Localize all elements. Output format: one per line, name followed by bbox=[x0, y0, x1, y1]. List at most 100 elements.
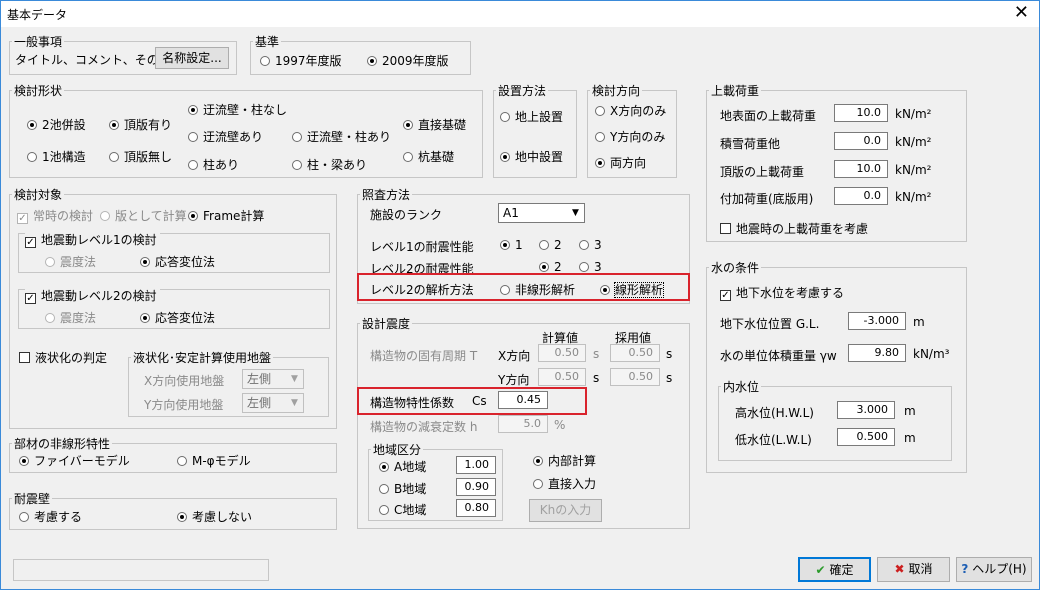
lv2-checkbox[interactable]: ✓ 地震動レベル2の検討 bbox=[25, 287, 160, 304]
general-label: タイトル、コメント、その他 bbox=[15, 53, 171, 67]
lv1-perf-3-radio[interactable]: 3 bbox=[579, 238, 602, 252]
extra-load-field[interactable]: 0.0 bbox=[834, 187, 888, 205]
nonlinear-radio[interactable]: 非線形解析 bbox=[500, 281, 575, 298]
form-1pond-radio[interactable]: 1池構造 bbox=[27, 148, 86, 165]
member-mphi-label: M-φモデル bbox=[192, 454, 251, 468]
member-legend: 部材の非線形特性 bbox=[14, 437, 111, 451]
target-legend: 検討対象 bbox=[14, 188, 63, 202]
form-pile-label: 杭基礎 bbox=[418, 150, 455, 164]
frame-calc-radio[interactable]: Frame計算 bbox=[188, 207, 264, 224]
linear-radio[interactable]: 線形解析 bbox=[600, 281, 665, 298]
lv1-perf-1-radio[interactable]: 1 bbox=[500, 238, 523, 252]
title-bar: 基本データ ✕ bbox=[1, 1, 1039, 27]
member-mphi-radio[interactable]: M-φモデル bbox=[177, 452, 251, 469]
direction-x-radio[interactable]: X方向のみ bbox=[595, 102, 666, 119]
install-ground-radio[interactable]: 地上設置 bbox=[500, 108, 563, 125]
region-b-radio[interactable]: B地域 bbox=[379, 480, 426, 497]
form-wallcolumn-radio[interactable]: 迂流壁・柱あり bbox=[292, 128, 391, 145]
direction-both-radio[interactable]: 両方向 bbox=[595, 154, 646, 171]
wall-consider-radio[interactable]: 考慮する bbox=[19, 508, 82, 525]
region-b-field[interactable]: 0.90 bbox=[456, 478, 496, 496]
groundwater-checkbox[interactable]: ✓ 地下水位を考慮する bbox=[720, 284, 844, 301]
ok-button[interactable]: ✔ 確定 bbox=[798, 557, 871, 582]
rank-select[interactable]: A1 ▼ bbox=[498, 203, 585, 223]
chevron-down-icon: ▼ bbox=[291, 398, 298, 408]
gl-field[interactable]: -3.000 bbox=[848, 312, 906, 330]
radio-icon bbox=[539, 240, 549, 250]
adopt-x-unit: s bbox=[666, 347, 673, 361]
internal-calc-radio[interactable]: 内部計算 bbox=[533, 452, 596, 469]
lwl-field[interactable]: 0.500 bbox=[837, 428, 895, 446]
standard-1997-label: 1997年度版 bbox=[275, 54, 342, 68]
radio-selected-icon bbox=[19, 456, 29, 466]
calc-x-field[interactable]: 0.50 bbox=[538, 344, 586, 362]
region-a-radio[interactable]: A地域 bbox=[379, 458, 426, 475]
form-topslab-radio[interactable]: 頂版有り bbox=[109, 116, 172, 133]
form-nowall-radio[interactable]: 迂流壁・柱なし bbox=[188, 101, 287, 118]
form-column-radio[interactable]: 柱あり bbox=[188, 156, 239, 173]
form-direct-radio[interactable]: 直接基礎 bbox=[403, 116, 466, 133]
adopt-x-field[interactable]: 0.50 bbox=[610, 344, 660, 362]
wall-noconsider-radio[interactable]: 考慮しない bbox=[177, 508, 252, 525]
form-2pond-radio[interactable]: 2池併設 bbox=[27, 116, 86, 133]
help-button[interactable]: ? ヘルプ(H) bbox=[956, 557, 1032, 582]
hwl-unit: m bbox=[904, 404, 916, 418]
lv1-perf-2-radio[interactable]: 2 bbox=[539, 238, 562, 252]
region-c-field[interactable]: 0.80 bbox=[456, 499, 496, 517]
calc-y-field[interactable]: 0.50 bbox=[538, 368, 586, 386]
form-wall-radio[interactable]: 迂流壁あり bbox=[188, 128, 263, 145]
form-pile-radio[interactable]: 杭基礎 bbox=[403, 148, 454, 165]
lv2-perf-3-radio[interactable]: 3 bbox=[579, 260, 602, 274]
standard-2009-radio[interactable]: 2009年度版 bbox=[367, 52, 449, 69]
lv1-checkbox[interactable]: ✓ 地震動レベル1の検討 bbox=[25, 231, 160, 248]
snow-load-label: 積雪荷重他 bbox=[720, 137, 781, 151]
form-notopslab-radio[interactable]: 頂版無し bbox=[109, 148, 172, 165]
quake-load-checkbox[interactable]: 地震時の上載荷重を考慮 bbox=[720, 220, 868, 237]
liquefaction-checkbox[interactable]: 液状化の判定 bbox=[19, 349, 107, 366]
install-underground-radio[interactable]: 地中設置 bbox=[500, 148, 563, 165]
damping-field[interactable]: 5.0 bbox=[498, 415, 548, 433]
lv1-response-radio[interactable]: 応答変位法 bbox=[140, 253, 215, 270]
snow-load-field[interactable]: 0.0 bbox=[834, 132, 888, 150]
form-topslab-label: 頂版有り bbox=[124, 118, 173, 132]
liq-y-select[interactable]: 左側 ▼ bbox=[242, 393, 304, 413]
form-columnbeam-radio[interactable]: 柱・梁あり bbox=[292, 156, 367, 173]
close-icon[interactable]: ✕ bbox=[1014, 2, 1029, 23]
cancel-button[interactable]: ✖ 取消 bbox=[877, 557, 950, 582]
weight-field[interactable]: 9.80 bbox=[848, 344, 906, 362]
frame-calc-label: Frame計算 bbox=[203, 209, 265, 223]
checkbox-icon bbox=[720, 223, 731, 234]
check-mark-icon: ✔ bbox=[815, 563, 826, 577]
radio-selected-icon bbox=[379, 462, 389, 472]
normal-check-checkbox[interactable]: ✓ 常時の検討 bbox=[17, 207, 93, 224]
direction-y-radio[interactable]: Y方向のみ bbox=[595, 128, 665, 145]
slab-calc-radio[interactable]: 版として計算 bbox=[100, 207, 187, 224]
radio-selected-icon bbox=[500, 240, 510, 250]
hwl-field[interactable]: 3.000 bbox=[837, 401, 895, 419]
direction-both-label: 両方向 bbox=[610, 156, 647, 170]
lv1-seismic-radio[interactable]: 震度法 bbox=[45, 253, 96, 270]
x-dir-label: X方向 bbox=[498, 349, 531, 363]
member-fiber-radio[interactable]: ファイバーモデル bbox=[19, 452, 130, 469]
adopt-y-field[interactable]: 0.50 bbox=[610, 368, 660, 386]
form-2pond-label: 2池併設 bbox=[42, 118, 86, 132]
lv2-seismic-radio[interactable]: 震度法 bbox=[45, 309, 96, 326]
name-settings-button[interactable]: 名称設定... bbox=[155, 47, 229, 69]
region-c-radio[interactable]: C地域 bbox=[379, 501, 426, 518]
kh-input-button[interactable]: Khの入力 bbox=[529, 499, 602, 522]
radio-icon bbox=[292, 132, 302, 142]
lv2-perf-2-radio[interactable]: 2 bbox=[539, 260, 562, 274]
lv2-response-radio[interactable]: 応答変位法 bbox=[140, 309, 215, 326]
liq-x-select[interactable]: 左側 ▼ bbox=[242, 369, 304, 389]
linear-label: 線形解析 bbox=[613, 282, 665, 298]
direct-input-radio[interactable]: 直接入力 bbox=[533, 475, 596, 492]
standard-1997-radio[interactable]: 1997年度版 bbox=[260, 52, 342, 69]
help-label: ヘルプ(H) bbox=[972, 562, 1027, 576]
top-load-field[interactable]: 10.0 bbox=[834, 160, 888, 178]
form-wall-label: 迂流壁あり bbox=[203, 130, 264, 144]
lv1-perf-1-label: 1 bbox=[515, 238, 523, 252]
cs-field[interactable]: 0.45 bbox=[498, 391, 548, 409]
surface-load-field[interactable]: 10.0 bbox=[834, 104, 888, 122]
region-a-field[interactable]: 1.00 bbox=[456, 456, 496, 474]
cancel-label: 取消 bbox=[908, 562, 933, 576]
